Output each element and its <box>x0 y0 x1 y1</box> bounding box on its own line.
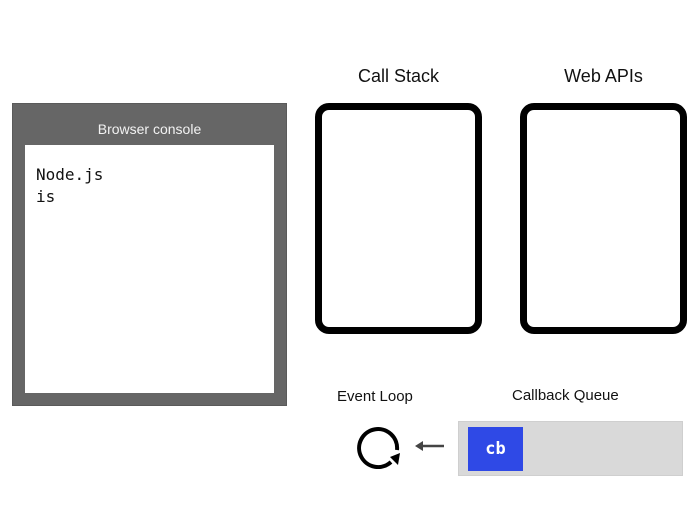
console-line: Node.js <box>36 165 104 184</box>
web-apis-box <box>520 103 687 334</box>
refresh-loop-icon <box>357 427 400 470</box>
call-stack-box <box>315 103 482 334</box>
call-stack-label: Call Stack <box>357 66 440 86</box>
callback-queue: cb <box>458 421 683 476</box>
console-line: is <box>36 187 56 206</box>
event-loop-label: Event Loop <box>337 388 413 405</box>
arrow-left-icon <box>415 441 444 451</box>
callback-queue-label: Callback Queue <box>512 387 619 404</box>
callback-item: cb <box>468 427 523 471</box>
console-output: Node.js is <box>25 145 274 393</box>
console-title: Browser console <box>97 121 202 137</box>
web-apis-label: Web APIs <box>564 66 643 86</box>
browser-console: Browser console Node.js is <box>12 103 287 406</box>
